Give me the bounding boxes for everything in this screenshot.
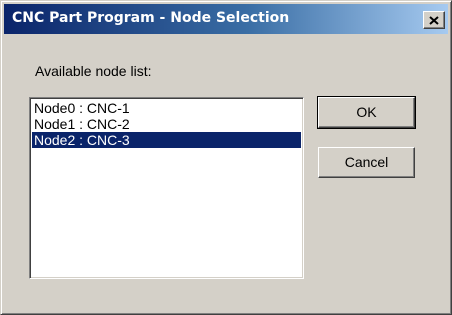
available-node-list-label: Available node list: (35, 63, 152, 79)
list-item-node2[interactable]: Node2 : CNC-3 (32, 132, 301, 148)
ok-button[interactable]: OK (317, 96, 416, 129)
close-button[interactable] (423, 11, 445, 29)
node-listbox[interactable]: Node0 : CNC-1 Node1 : CNC-2 Node2 : CNC-… (29, 97, 304, 279)
list-item-node1[interactable]: Node1 : CNC-2 (32, 116, 301, 132)
close-icon (429, 16, 439, 25)
list-item-node0[interactable]: Node0 : CNC-1 (32, 100, 301, 116)
window-title: CNC Part Program - Node Selection (12, 10, 290, 26)
title-bar[interactable]: CNC Part Program - Node Selection (4, 4, 448, 34)
cancel-button[interactable]: Cancel (318, 147, 415, 178)
dialog-window: CNC Part Program - Node Selection Availa… (0, 0, 452, 315)
